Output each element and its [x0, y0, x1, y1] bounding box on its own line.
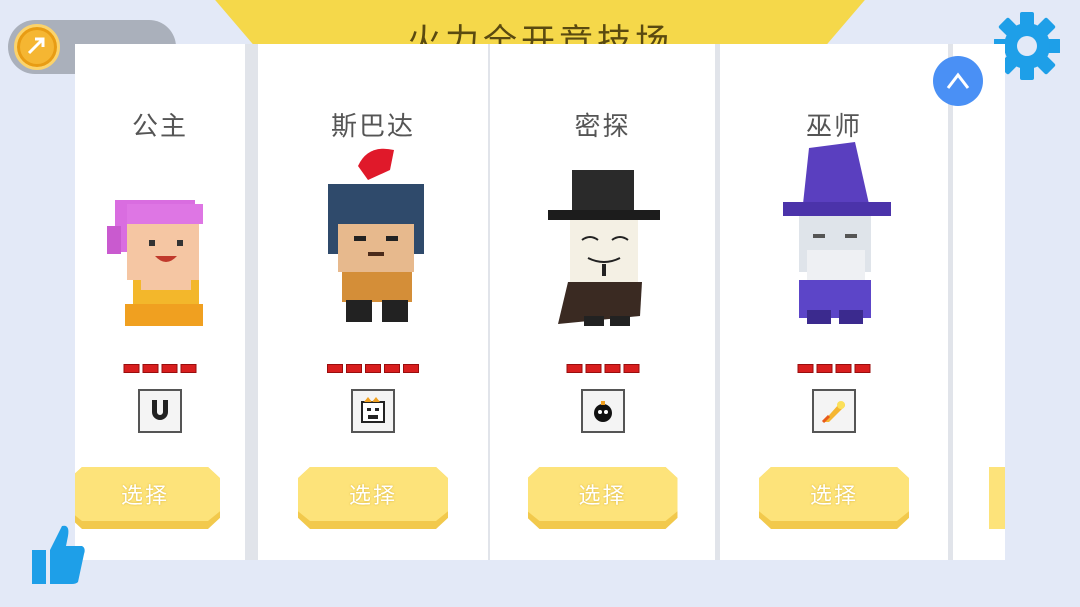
coin-icon	[14, 24, 60, 70]
fireball-icon	[812, 389, 856, 433]
character-card-wizard[interactable]: 巫师 选择	[720, 44, 948, 560]
chevron-up-icon	[946, 72, 970, 89]
bomb-icon	[580, 389, 625, 433]
angry-face-icon	[351, 389, 395, 433]
select-button-partial[interactable]	[989, 467, 1005, 529]
select-button[interactable]: 选择	[527, 467, 678, 529]
character-name: 密探	[574, 112, 631, 142]
character-name: 斯巴达	[330, 112, 415, 142]
character-name: 公主	[131, 112, 188, 142]
collapse-button[interactable]	[933, 56, 983, 106]
spartan-character-image	[328, 148, 424, 322]
stat-bars	[123, 364, 197, 373]
select-button[interactable]: 选择	[759, 467, 909, 529]
stat-bars	[327, 364, 419, 373]
character-name: 巫师	[805, 112, 862, 142]
stat-bars	[566, 364, 639, 373]
character-card-spartan[interactable]: 斯巴达 选择	[258, 44, 488, 560]
character-card-princess[interactable]: 公主 选择	[75, 44, 245, 560]
stat-bars	[797, 364, 871, 373]
character-panel: 公主 选择 斯巴达 选择 密探 选择 巫师 选择	[75, 44, 1005, 560]
character-card-spy[interactable]: 密探 选择	[490, 44, 715, 560]
spy-character-image	[547, 170, 660, 326]
magnet-icon	[138, 389, 182, 433]
princess-character-image	[107, 200, 203, 326]
character-card-partial[interactable]	[953, 44, 1005, 560]
wizard-character-image	[783, 142, 891, 324]
select-button[interactable]: 选择	[298, 467, 448, 529]
select-button[interactable]: 选择	[75, 467, 220, 529]
thumbs-up-icon[interactable]	[30, 524, 86, 586]
